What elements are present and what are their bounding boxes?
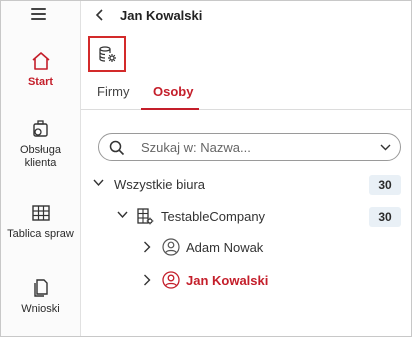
tree-node-label: Wszystkie biura — [114, 177, 206, 192]
tree-node-label: Jan Kowalski — [186, 273, 269, 288]
menu-icon[interactable] — [31, 8, 46, 20]
chevron-down-icon[interactable] — [93, 179, 104, 187]
sidebar-item-tablica-spraw[interactable]: Tablica spraw — [1, 203, 80, 240]
tab-firmy[interactable]: Firmy — [97, 84, 130, 99]
sidebar-item-label: Tablica spraw — [7, 228, 74, 240]
customer-service-icon — [31, 119, 51, 139]
sidebar-item-label: Obsługa klienta — [20, 144, 61, 169]
chevron-down-icon[interactable] — [380, 144, 391, 151]
chevron-down-icon[interactable] — [117, 211, 128, 219]
page-title: Jan Kowalski — [120, 8, 203, 23]
sidebar-item-label: Start — [27, 76, 54, 88]
tree-node-company[interactable]: TestableCompany 30 — [81, 205, 411, 229]
home-icon — [31, 51, 51, 71]
sidebar-item-obsluga-klienta[interactable]: Obsługa klienta — [1, 119, 80, 170]
person-icon — [162, 271, 180, 289]
person-icon — [162, 238, 180, 256]
active-tab-indicator — [141, 108, 199, 110]
tree-node-person-selected[interactable]: Jan Kowalski — [81, 269, 411, 293]
tree-node-root[interactable]: Wszystkie biura 30 — [81, 173, 411, 197]
database-settings-icon — [99, 46, 116, 62]
tab-bar: Firmy Osoby — [81, 81, 411, 110]
tree-node-person[interactable]: Adam Nowak — [81, 236, 411, 260]
sidebar-item-start[interactable]: Start — [1, 51, 80, 88]
search-box[interactable] — [98, 133, 401, 161]
tree-node-label: Adam Nowak — [186, 240, 264, 255]
database-settings-button[interactable] — [88, 36, 126, 72]
search-icon — [109, 140, 125, 156]
tab-osoby[interactable]: Osoby — [153, 84, 193, 99]
app-window: Start Obsługa klienta Tablica spraw Wnio… — [0, 0, 412, 337]
chevron-right-icon[interactable] — [143, 241, 151, 253]
count-badge: 30 — [369, 175, 401, 195]
count-badge: 30 — [369, 207, 401, 227]
document-icon — [31, 278, 51, 298]
search-input[interactable] — [141, 138, 361, 156]
back-chevron-icon[interactable] — [94, 7, 106, 23]
tree-node-label: TestableCompany — [161, 209, 266, 224]
chevron-right-icon[interactable] — [143, 274, 151, 286]
company-icon — [137, 208, 154, 225]
sidebar: Start Obsługa klienta Tablica spraw Wnio… — [1, 1, 81, 336]
sidebar-item-wnioski[interactable]: Wnioski — [1, 278, 80, 315]
table-icon — [31, 203, 51, 223]
sidebar-item-label: Wnioski — [21, 303, 60, 315]
